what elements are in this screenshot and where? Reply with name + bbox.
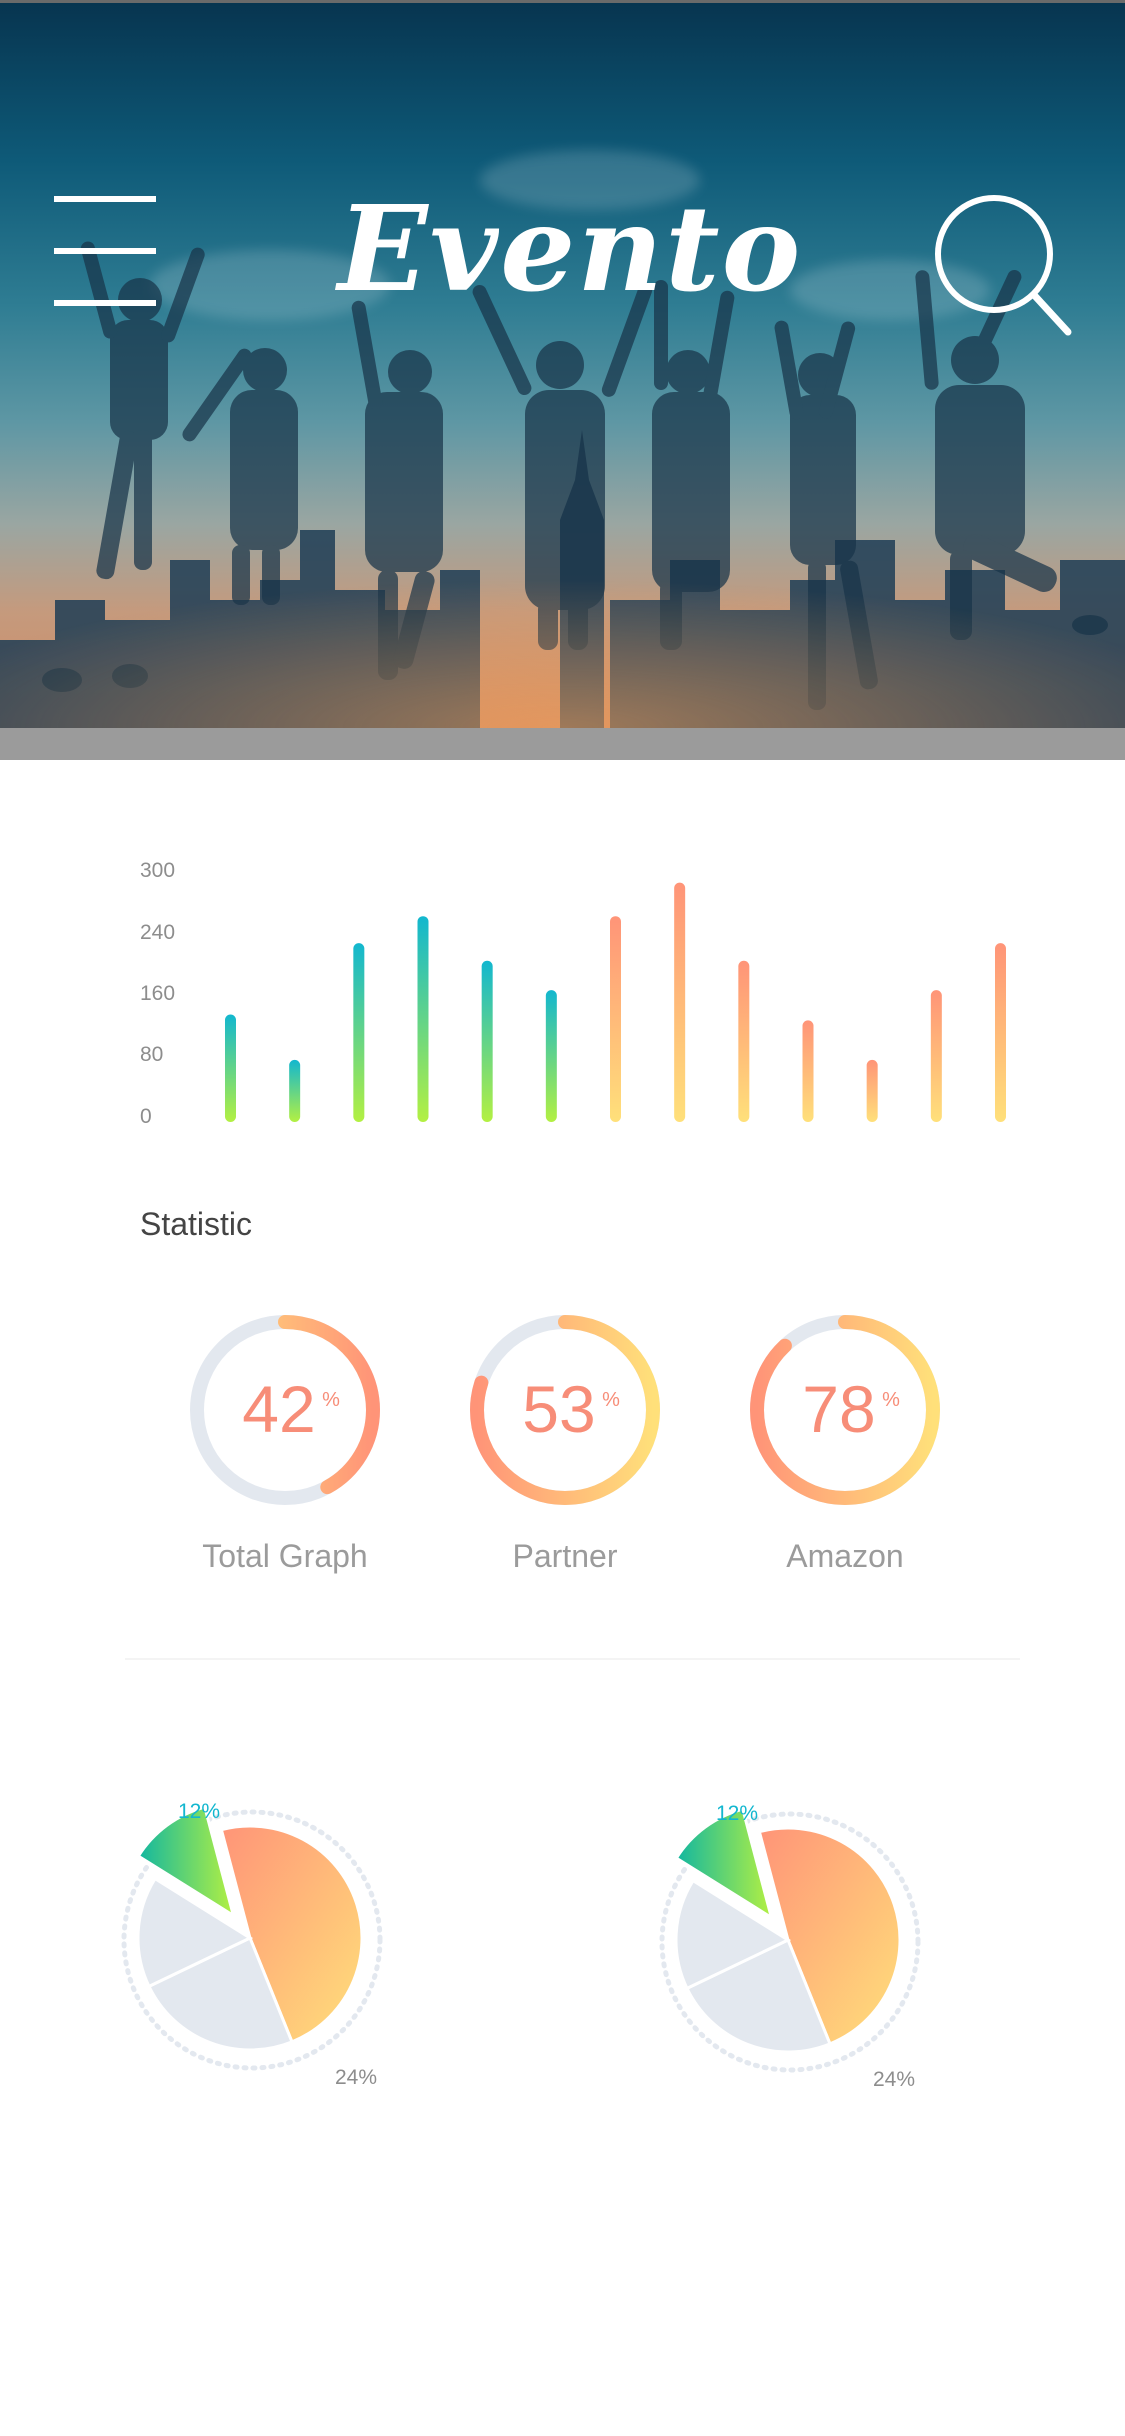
statistic-title: Statistic <box>140 1206 253 1242</box>
hamburger-menu-icon[interactable] <box>54 192 156 314</box>
menu-bar <box>54 196 156 202</box>
pie-chart-left: 12% 24% <box>121 1800 383 2089</box>
bar <box>481 960 493 1122</box>
stat-amazon: 78 % Amazon <box>735 1310 955 1590</box>
pie-callout-24: 24% <box>873 2068 915 2091</box>
stat-unit: % <box>882 1389 900 1411</box>
bar <box>545 990 557 1122</box>
bar <box>995 943 1006 1122</box>
bar <box>225 1014 236 1122</box>
pie-callout-24: 24% <box>335 2066 377 2089</box>
stat-label: Partner <box>512 1538 618 1574</box>
stat-partner: 53 % Partner <box>455 1310 675 1590</box>
y-tick-label: 300 <box>140 859 175 882</box>
stat-unit: % <box>602 1389 620 1411</box>
bar <box>930 990 942 1122</box>
bar <box>289 1059 301 1122</box>
progress-ring: 42 % <box>190 1315 380 1505</box>
search-icon[interactable] <box>930 190 1075 340</box>
bar <box>802 1020 814 1122</box>
bar <box>610 916 621 1122</box>
pie-callout-12: 12% <box>178 1800 220 1823</box>
pie-chart-right: 12% 24% <box>659 1802 921 2091</box>
jumping-people-photo <box>0 241 1125 728</box>
bar <box>738 960 750 1122</box>
y-tick-label: 160 <box>140 982 175 1005</box>
progress-ring: 78 % <box>750 1315 940 1505</box>
stat-label: Amazon <box>786 1538 904 1574</box>
bar <box>674 882 686 1122</box>
y-tick-label: 240 <box>140 921 175 944</box>
progress-ring: 53 % <box>470 1315 660 1505</box>
y-tick-label: 0 <box>140 1105 152 1128</box>
stat-value: 42 <box>242 1372 315 1446</box>
hero-bottom-band <box>0 728 1125 760</box>
pie-callout-12: 12% <box>716 1802 758 1825</box>
bar-chart: 300 240 160 80 0 <box>140 859 1006 1128</box>
menu-bar <box>54 248 156 254</box>
stat-value: 78 <box>802 1372 875 1446</box>
menu-bar <box>54 300 156 306</box>
y-tick-label: 80 <box>140 1043 163 1066</box>
app-title: Evento <box>337 179 803 318</box>
section-divider <box>125 1658 1020 1660</box>
stat-total-graph: 42 % Total Graph <box>175 1310 395 1590</box>
hero-banner: Evento <box>0 0 1125 728</box>
stat-unit: % <box>322 1389 340 1411</box>
bar <box>866 1059 878 1122</box>
stat-value: 53 <box>522 1372 595 1446</box>
bar <box>417 916 429 1122</box>
bar <box>353 943 365 1122</box>
stat-label: Total Graph <box>202 1538 368 1574</box>
